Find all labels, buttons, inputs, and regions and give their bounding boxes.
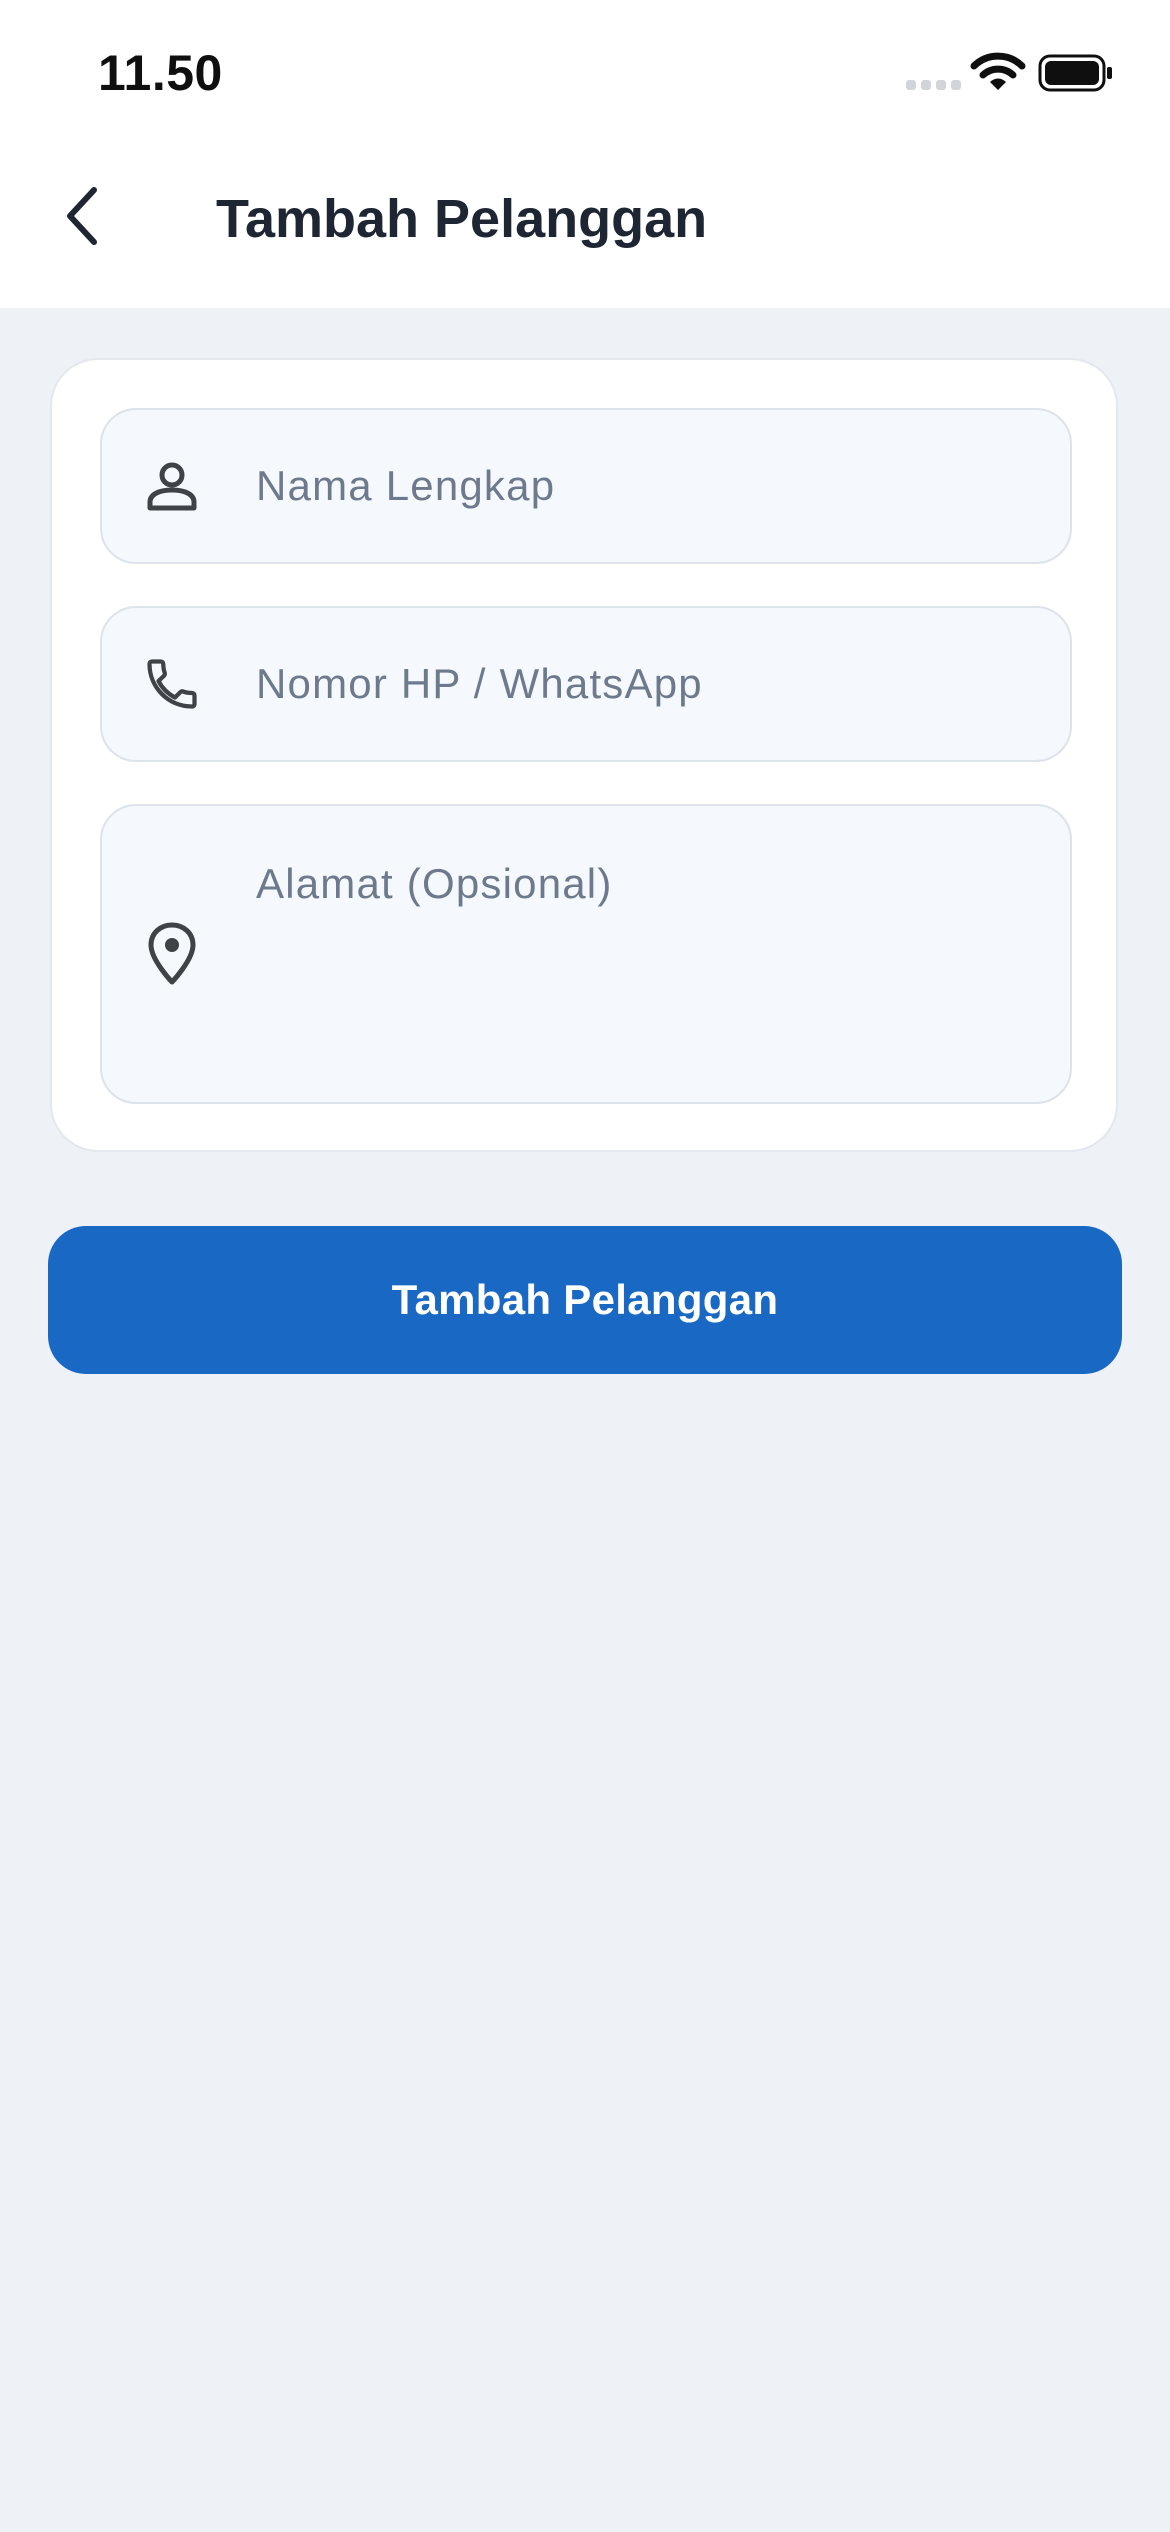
add-customer-button[interactable]: Tambah Pelanggan [48,1226,1122,1374]
phone-input[interactable] [256,656,1036,712]
status-bar: 11.50 [0,0,1170,150]
page-title: Tambah Pelanggan [216,189,708,249]
address-field[interactable] [100,804,1072,1104]
status-time: 11.50 [98,45,223,101]
phone-field[interactable] [100,606,1072,762]
location-pin-icon [142,922,202,985]
name-field[interactable] [100,408,1072,564]
back-button[interactable] [48,180,120,252]
phone-icon [142,654,202,714]
address-input[interactable] [256,854,1036,1064]
chevron-left-icon [67,187,97,245]
wifi-icon [970,52,1026,90]
app-bar: Tambah Pelanggan [0,150,1170,308]
person-icon [142,456,202,516]
signal-icon [906,80,961,90]
name-input[interactable] [256,458,1036,514]
battery-icon [1038,54,1112,92]
customer-form-card [50,358,1118,1152]
